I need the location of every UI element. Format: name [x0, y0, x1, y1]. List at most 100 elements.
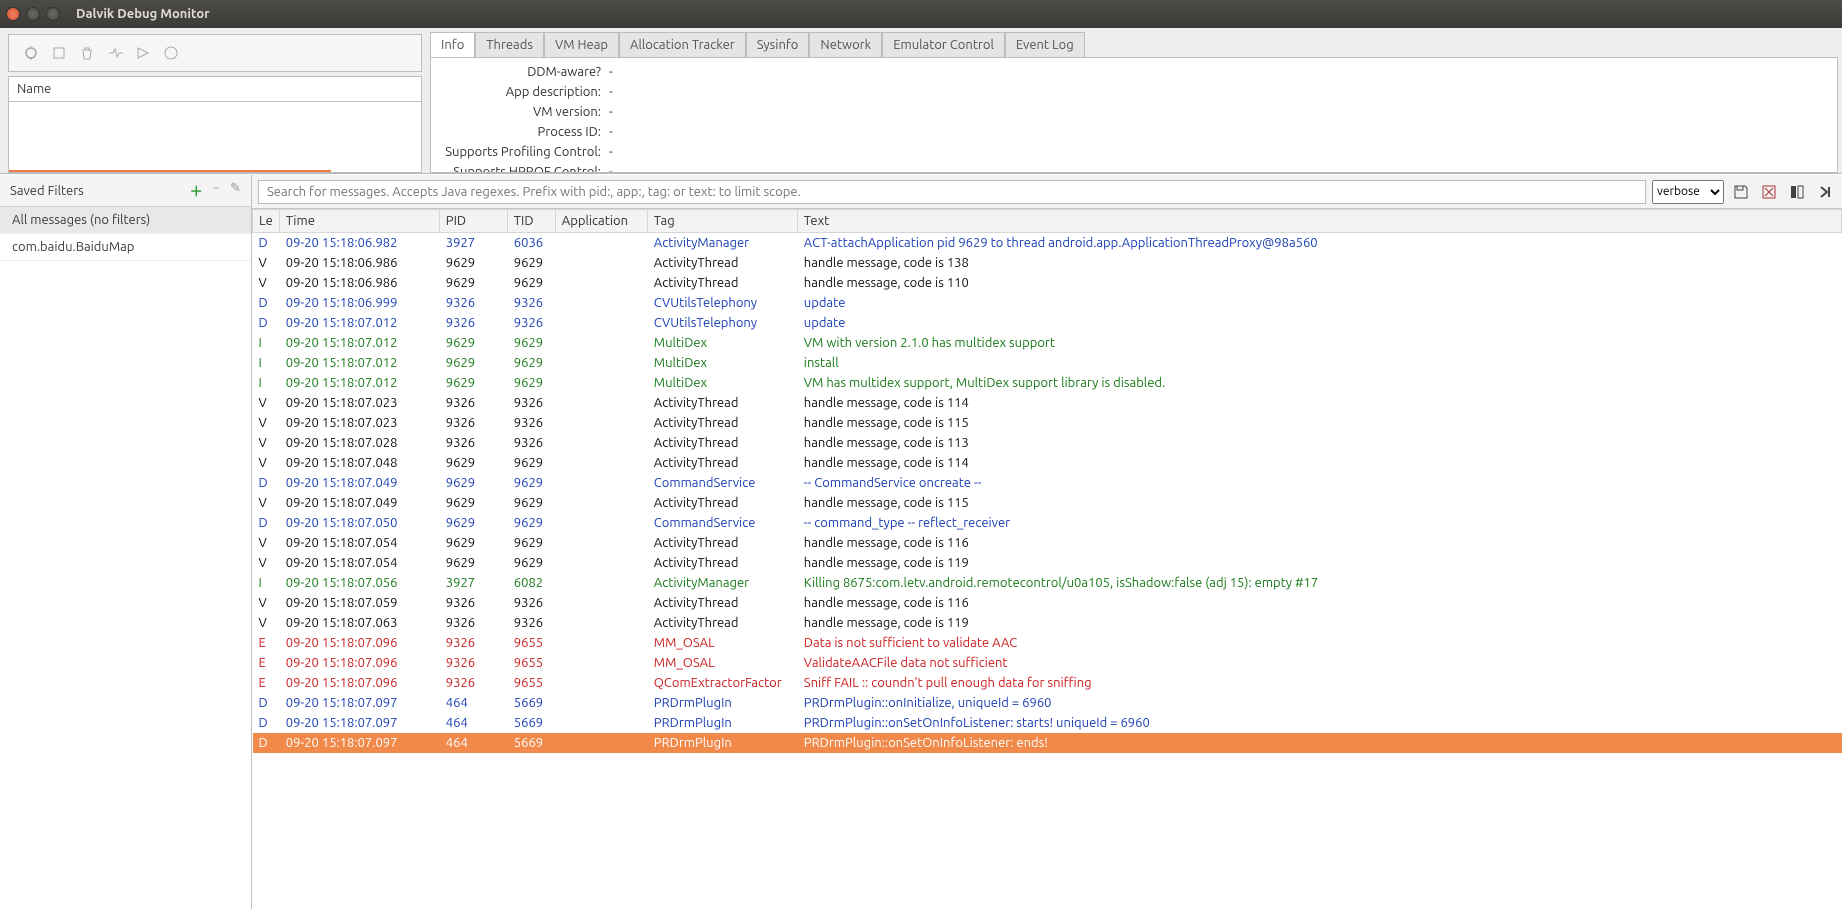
log-cell-app — [555, 613, 647, 633]
log-row[interactable]: D09-20 15:18:07.0974645669PRDrmPlugInPRD… — [253, 733, 1842, 753]
log-row[interactable]: I09-20 15:18:07.05639276082ActivityManag… — [253, 573, 1842, 593]
log-row[interactable]: V09-20 15:18:07.05496299629ActivityThrea… — [253, 533, 1842, 553]
log-cell-pid: 9629 — [439, 553, 507, 573]
log-cell-lv: E — [253, 633, 280, 653]
log-column-header[interactable]: PID — [439, 210, 507, 233]
logcat-panel: verbose LeTimePIDTIDApplicationTagText D… — [252, 175, 1842, 909]
log-row[interactable]: E09-20 15:18:07.09693269655MM_OSALData i… — [253, 633, 1842, 653]
device-panel: Name — [0, 28, 430, 173]
device-name-header[interactable]: Name — [8, 76, 422, 102]
device-list[interactable] — [8, 102, 422, 173]
log-row[interactable]: E09-20 15:18:07.09693269655QComExtractor… — [253, 673, 1842, 693]
log-cell-app — [555, 453, 647, 473]
heap-icon[interactable] — [51, 45, 67, 61]
add-filter-icon[interactable]: ＋ — [190, 181, 203, 200]
tab-allocation-tracker[interactable]: Allocation Tracker — [619, 32, 746, 57]
log-cell-app — [555, 393, 647, 413]
log-row[interactable]: V09-20 15:18:07.04896299629ActivityThrea… — [253, 453, 1842, 473]
log-row[interactable]: V09-20 15:18:07.04996299629ActivityThrea… — [253, 493, 1842, 513]
log-row[interactable]: D09-20 15:18:06.98239276036ActivityManag… — [253, 233, 1842, 253]
log-column-header[interactable]: Tag — [647, 210, 797, 233]
log-cell-text: handle message, code is 113 — [797, 433, 1841, 453]
log-column-header[interactable]: Le — [253, 210, 280, 233]
tab-event-log[interactable]: Event Log — [1005, 32, 1085, 57]
log-row[interactable]: V09-20 15:18:07.02393269326ActivityThrea… — [253, 413, 1842, 433]
edit-filter-icon[interactable]: ✎ — [230, 181, 241, 200]
log-row[interactable]: V09-20 15:18:07.05496299629ActivityThrea… — [253, 553, 1842, 573]
log-cell-lv: V — [253, 273, 280, 293]
log-row[interactable]: V09-20 15:18:07.02893269326ActivityThrea… — [253, 433, 1842, 453]
log-cell-tag: CVUtilsTelephony — [647, 313, 797, 333]
clear-log-icon[interactable] — [1758, 181, 1780, 203]
log-row[interactable]: D09-20 15:18:07.0974645669PRDrmPlugInPRD… — [253, 713, 1842, 733]
log-cell-time: 09-20 15:18:07.028 — [279, 433, 439, 453]
log-cell-lv: I — [253, 373, 280, 393]
close-icon[interactable] — [6, 7, 20, 21]
method-icon[interactable] — [135, 45, 151, 61]
log-row[interactable]: V09-20 15:18:06.98696299629ActivityThrea… — [253, 273, 1842, 293]
log-cell-pid: 9629 — [439, 373, 507, 393]
stop-icon[interactable] — [163, 45, 179, 61]
tab-info[interactable]: Info — [430, 32, 475, 57]
log-cell-text: handle message, code is 114 — [797, 393, 1841, 413]
filter-item[interactable]: All messages (no filters) — [0, 207, 251, 234]
log-cell-app — [555, 593, 647, 613]
minimize-icon[interactable] — [26, 7, 40, 21]
tab-sysinfo[interactable]: Sysinfo — [746, 32, 810, 57]
log-cell-text: handle message, code is 116 — [797, 533, 1841, 553]
log-row[interactable]: D09-20 15:18:07.01293269326CVUtilsTeleph… — [253, 313, 1842, 333]
log-cell-tag: ActivityManager — [647, 573, 797, 593]
log-cell-text: VM with version 2.1.0 has multidex suppo… — [797, 333, 1841, 353]
log-level-select[interactable]: verbose — [1652, 180, 1724, 204]
tab-threads[interactable]: Threads — [475, 32, 544, 57]
log-row[interactable]: D09-20 15:18:07.0974645669PRDrmPlugInPRD… — [253, 693, 1842, 713]
log-cell-tag: QComExtractorFactor — [647, 673, 797, 693]
tab-vm-heap[interactable]: VM Heap — [544, 32, 619, 57]
info-panel: DDM-aware?-App description:-VM version:-… — [430, 57, 1838, 173]
log-row[interactable]: V09-20 15:18:07.05993269326ActivityThrea… — [253, 593, 1842, 613]
filter-item[interactable]: com.baidu.BaiduMap — [0, 234, 251, 261]
log-row[interactable]: E09-20 15:18:07.09693269655MM_OSALValida… — [253, 653, 1842, 673]
log-row[interactable]: V09-20 15:18:07.02393269326ActivityThrea… — [253, 393, 1842, 413]
log-cell-lv: V — [253, 413, 280, 433]
tab-network[interactable]: Network — [809, 32, 882, 57]
log-column-header[interactable]: Time — [279, 210, 439, 233]
log-cell-lv: V — [253, 253, 280, 273]
log-search-input[interactable] — [258, 180, 1646, 204]
log-header-row[interactable]: LeTimePIDTIDApplicationTagText — [253, 210, 1842, 233]
log-row[interactable]: I09-20 15:18:07.01296299629MultiDexVM ha… — [253, 373, 1842, 393]
log-cell-pid: 464 — [439, 693, 507, 713]
log-cell-text: -- CommandService oncreate -- — [797, 473, 1841, 493]
log-cell-text: PRDrmPlugin::onInitialize, uniqueId = 69… — [797, 693, 1841, 713]
log-cell-time: 09-20 15:18:06.986 — [279, 273, 439, 293]
log-cell-pid: 9629 — [439, 533, 507, 553]
log-row[interactable]: V09-20 15:18:06.98696299629ActivityThrea… — [253, 253, 1842, 273]
log-cell-tid: 9326 — [507, 393, 555, 413]
log-row[interactable]: D09-20 15:18:06.99993269326CVUtilsTeleph… — [253, 293, 1842, 313]
log-grid[interactable]: LeTimePIDTIDApplicationTagText D09-20 15… — [252, 209, 1842, 909]
log-row[interactable]: V09-20 15:18:07.06393269326ActivityThrea… — [253, 613, 1842, 633]
log-cell-text: handle message, code is 119 — [797, 613, 1841, 633]
log-column-header[interactable]: TID — [507, 210, 555, 233]
log-column-header[interactable]: Application — [555, 210, 647, 233]
log-cell-time: 09-20 15:18:07.023 — [279, 393, 439, 413]
log-cell-time: 09-20 15:18:07.049 — [279, 473, 439, 493]
info-label: DDM-aware? — [441, 65, 601, 79]
scroll-lock-icon[interactable] — [1786, 181, 1808, 203]
log-cell-pid: 464 — [439, 713, 507, 733]
tab-emulator-control[interactable]: Emulator Control — [882, 32, 1005, 57]
trash-icon[interactable] — [79, 45, 95, 61]
titlebar[interactable]: Dalvik Debug Monitor — [0, 0, 1842, 28]
remove-filter-icon[interactable]: − — [213, 181, 220, 200]
maximize-icon[interactable] — [46, 7, 60, 21]
log-row[interactable]: D09-20 15:18:07.04996299629CommandServic… — [253, 473, 1842, 493]
log-row[interactable]: I09-20 15:18:07.01296299629MultiDexVM wi… — [253, 333, 1842, 353]
save-log-icon[interactable] — [1730, 181, 1752, 203]
thread-icon[interactable] — [107, 45, 123, 61]
log-row[interactable]: I09-20 15:18:07.01296299629MultiDexinsta… — [253, 353, 1842, 373]
debug-icon[interactable] — [23, 45, 39, 61]
info-label: Supports HPROF Control: — [441, 165, 601, 173]
log-column-header[interactable]: Text — [797, 210, 1841, 233]
log-row[interactable]: D09-20 15:18:07.05096299629CommandServic… — [253, 513, 1842, 533]
scroll-end-icon[interactable] — [1814, 181, 1836, 203]
